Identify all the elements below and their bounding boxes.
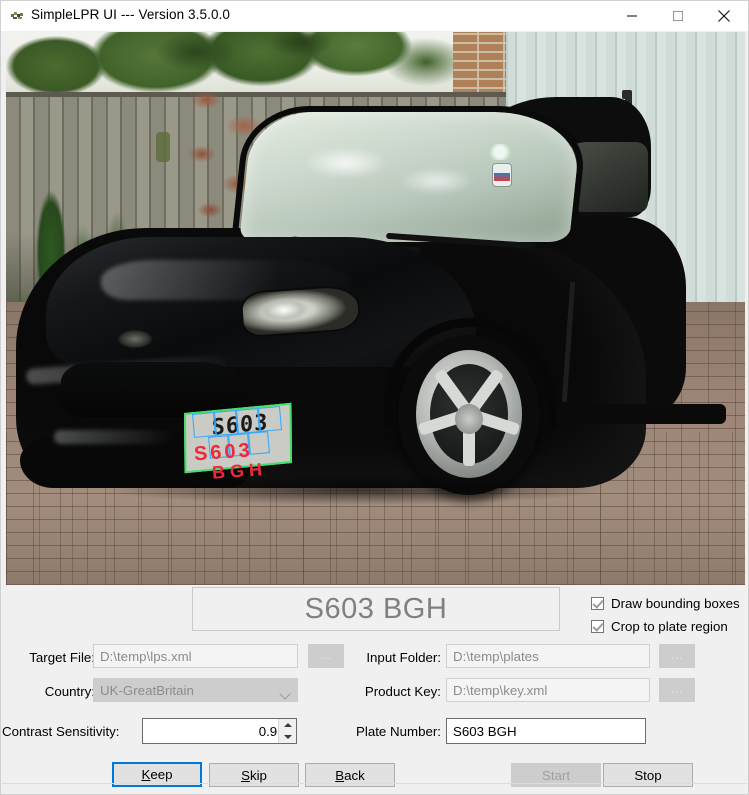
draw-bounding-boxes-label: Draw bounding boxes bbox=[611, 596, 740, 611]
main-window: SimpleLPR UI --- Version 3.5.0.0 S603 S6… bbox=[0, 0, 749, 795]
tax-disc bbox=[493, 164, 511, 186]
country-selected-value: UK-GreatBritain bbox=[100, 682, 194, 698]
panel-divider bbox=[2, 783, 747, 784]
contrast-sensitivity-label: Contrast Sensitivity: bbox=[2, 724, 120, 739]
crop-to-plate-region-checkbox[interactable]: Crop to plate region bbox=[591, 619, 728, 634]
windshield-sticker bbox=[489, 144, 511, 160]
wing-mirror bbox=[581, 220, 629, 246]
input-folder-label: Input Folder: bbox=[366, 650, 441, 665]
input-folder-browse-button[interactable]: ... bbox=[659, 644, 695, 668]
image-preview[interactable]: S603 S603 BGH bbox=[6, 32, 745, 585]
country-dropdown[interactable]: UK-GreatBritain bbox=[93, 678, 298, 702]
plate-result-text: S603 BGH bbox=[304, 592, 448, 625]
product-key-input[interactable]: D:\temp\key.xml bbox=[446, 678, 650, 702]
skip-suffix: kip bbox=[249, 767, 267, 783]
car-badge bbox=[114, 328, 156, 350]
car-ground-shadow bbox=[26, 470, 686, 510]
target-file-label: Target File: bbox=[29, 650, 95, 665]
windshield-frame bbox=[230, 106, 590, 248]
back-mnemonic: B bbox=[335, 767, 345, 783]
headlight-lens bbox=[257, 296, 311, 324]
plate-number-label: Plate Number: bbox=[356, 724, 441, 739]
keep-suffix: eep bbox=[150, 767, 173, 782]
minimize-button[interactable] bbox=[609, 1, 655, 31]
character-bounding-box bbox=[257, 406, 283, 432]
keep-mnemonic: K bbox=[141, 767, 151, 782]
input-folder-input[interactable]: D:\temp\plates bbox=[446, 644, 650, 668]
crop-to-plate-region-label: Crop to plate region bbox=[611, 619, 728, 634]
back-suffix: ack bbox=[344, 767, 365, 783]
character-bounding-box bbox=[191, 412, 217, 438]
draw-bounding-boxes-checkbox[interactable]: Draw bounding boxes bbox=[591, 596, 740, 611]
skip-mnemonic: S bbox=[241, 767, 250, 783]
target-file-input[interactable]: D:\temp\lps.xml bbox=[93, 644, 298, 668]
product-key-label: Product Key: bbox=[364, 684, 441, 699]
country-label: Country: bbox=[44, 684, 95, 699]
plate-number-input[interactable]: S603 BGH bbox=[446, 718, 646, 744]
side-sill bbox=[526, 404, 726, 424]
controls-panel: S603 BGH Draw bounding boxes Crop to pla… bbox=[2, 585, 747, 794]
skip-button-label: Skip bbox=[241, 768, 267, 783]
simplelpr-app-icon bbox=[10, 9, 25, 23]
product-key-browse-button[interactable]: ... bbox=[659, 678, 695, 702]
checkbox-check-icon bbox=[591, 597, 604, 610]
character-bounding-box bbox=[235, 408, 261, 434]
plate-result-display: S603 BGH bbox=[192, 587, 560, 631]
character-bounding-box bbox=[213, 410, 239, 436]
keep-button-label: Keep bbox=[141, 767, 172, 782]
bumper-reflection bbox=[54, 430, 174, 444]
close-button[interactable] bbox=[701, 1, 747, 31]
checkbox-check-icon bbox=[591, 620, 604, 633]
front-grille bbox=[61, 362, 241, 417]
back-button-label: Back bbox=[335, 768, 365, 783]
maximize-button[interactable] bbox=[655, 1, 701, 31]
title-bar: SimpleLPR UI --- Version 3.5.0.0 bbox=[1, 1, 748, 31]
window-title: SimpleLPR UI --- Version 3.5.0.0 bbox=[31, 7, 231, 22]
